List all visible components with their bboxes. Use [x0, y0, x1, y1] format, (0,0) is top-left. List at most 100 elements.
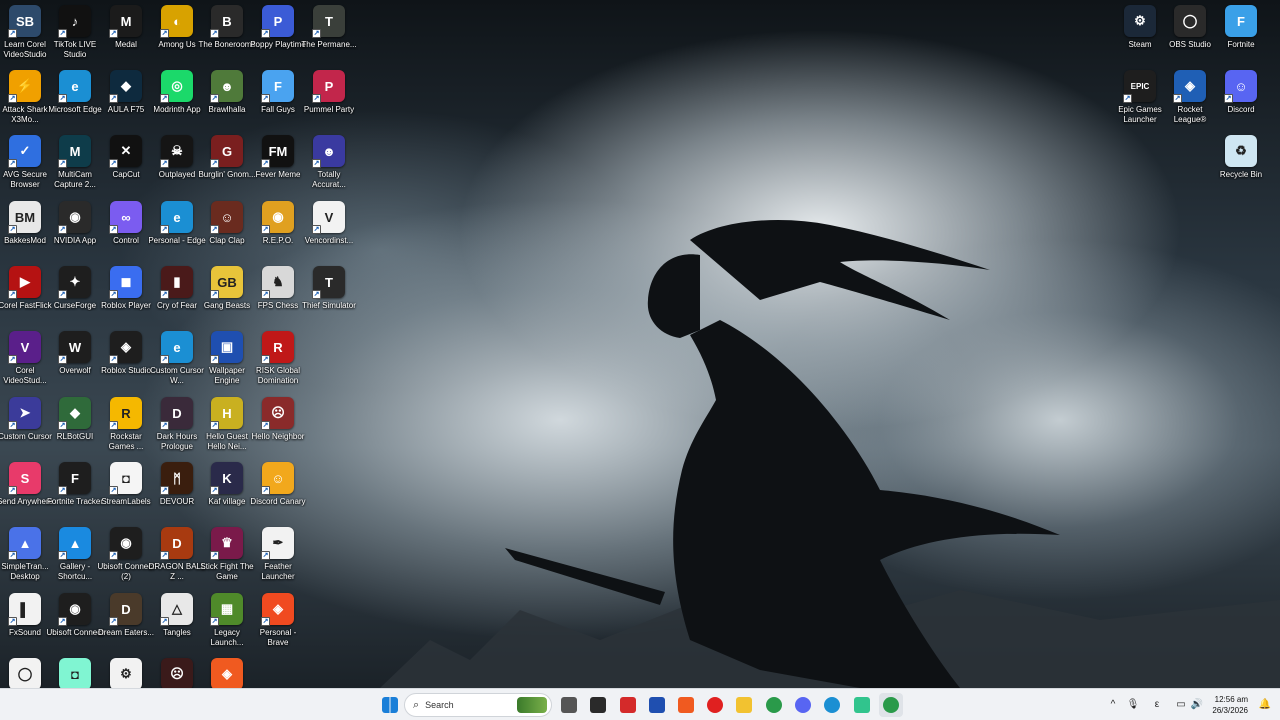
- taskbar-search-box[interactable]: ⌕ Search: [404, 693, 552, 717]
- desktop-shortcut[interactable]: ✒ ↗ Feather Launcher: [252, 527, 304, 591]
- desktop-shortcut[interactable]: S ↗ Send Anywhere: [0, 462, 53, 526]
- desktop-shortcut[interactable]: ▣ ↗ Wallpaper Engine: [201, 331, 253, 395]
- capcut-icon: ✕ ↗: [109, 135, 142, 168]
- desktop-shortcut[interactable]: M ↗ MultiCam Capture 2...: [49, 135, 101, 199]
- desktop-shortcut[interactable]: FM ↗ Fever Meme: [252, 135, 304, 199]
- taskbar-button[interactable]: [732, 693, 756, 717]
- fxsound-icon: ▌ ↗: [8, 593, 41, 626]
- desktop-shortcut[interactable]: ✦ ↗ CurseForge: [49, 266, 101, 330]
- desktop-shortcut[interactable]: ◼ ↗ Roblox Player: [100, 266, 152, 330]
- desktop-shortcut[interactable]: G ↗ Burglin' Gnom...: [198, 135, 256, 199]
- desktop-shortcut[interactable]: ◎ ↗ Modrinth App: [151, 70, 203, 134]
- desktop-shortcut[interactable]: F ↗ Fall Guys: [252, 70, 304, 134]
- desktop-shortcut[interactable]: F ↗ Fortnite Tracker: [47, 462, 103, 526]
- desktop-shortcut[interactable]: ♪ ↗ TikTok LIVE Studio: [49, 5, 101, 69]
- desktop-shortcut[interactable]: ☻ ↗ Brawlhalla: [201, 70, 253, 134]
- desktop-shortcut[interactable]: e ↗ Personal - Edge: [148, 201, 206, 265]
- modrinth-icon: ◎ ↗: [160, 70, 193, 103]
- taskbar-button[interactable]: [586, 693, 610, 717]
- desktop-shortcut[interactable]: ◈ ↗ Roblox Studio: [100, 331, 152, 395]
- desktop-shortcut[interactable]: ✓ ↗ AVG Secure Browser: [0, 135, 51, 199]
- desktop-shortcut[interactable]: T ↗ Thief Simulator: [302, 266, 356, 330]
- desktop-shortcut[interactable]: R ↗ Rockstar Games ...: [100, 397, 152, 461]
- desktop-shortcut[interactable]: V ↗ Corel VideoStud...: [0, 331, 51, 395]
- desktop-shortcut[interactable]: D ↗ Dream Eaters...: [98, 593, 154, 657]
- desktop-shortcut[interactable]: ◉ ↗ Ubisoft Connect: [47, 593, 103, 657]
- desktop-shortcut[interactable]: W ↗ Overwolf: [49, 331, 101, 395]
- desktop-shortcut[interactable]: D ↗ DRAGON BALL Z ...: [149, 527, 205, 591]
- desktop-shortcut[interactable]: ∞ ↗ Control: [100, 201, 152, 265]
- desktop-shortcut[interactable]: ◉ ↗ R.E.P.O.: [252, 201, 304, 265]
- desktop-shortcut-label: Control: [113, 236, 139, 245]
- desktop-shortcut[interactable]: ✕ ↗ CapCut: [100, 135, 152, 199]
- desktop-shortcut[interactable]: ◈ ↗ Personal - Brave: [252, 593, 304, 657]
- desktop-shortcut[interactable]: ➤ ↗ Custom Cursor: [0, 397, 52, 461]
- desktop-shortcut[interactable]: R ↗ RISK Global Domination: [252, 331, 304, 395]
- desktop-shortcut[interactable]: P ↗ Pummel Party: [303, 70, 355, 134]
- taskbar-button[interactable]: [762, 693, 786, 717]
- obs-studio-icon: ◯: [1174, 5, 1206, 37]
- desktop-shortcut[interactable]: e ↗ Microsoft Edge: [48, 70, 102, 134]
- desktop-shortcut[interactable]: ◆ ↗ AULA F75: [100, 70, 152, 134]
- desktop-shortcut[interactable]: ▌ ↗ FxSound: [0, 593, 51, 657]
- desktop-shortcut[interactable]: F Fortnite: [1215, 5, 1267, 69]
- microphone-icon[interactable]: 🎙: [1126, 698, 1140, 712]
- desktop-shortcut[interactable]: V ↗ Vencordinst...: [303, 201, 355, 265]
- desktop-shortcut[interactable]: ☻ ↗ Totally Accurat...: [303, 135, 355, 199]
- desktop-shortcut[interactable]: K ↗ Kaf village: [201, 462, 253, 526]
- taskbar-button[interactable]: [674, 693, 698, 717]
- language-icon[interactable]: ε: [1150, 698, 1164, 712]
- taskbar-button[interactable]: [791, 693, 815, 717]
- shortcut-arrow-icon: ↗: [109, 617, 118, 626]
- desktop-shortcut[interactable]: ☺ ↗ Clap Clap: [201, 201, 253, 265]
- desktop-shortcut[interactable]: ☺ ↗ Discord: [1215, 70, 1267, 134]
- desktop-shortcut[interactable]: ☺ ↗ Discord Canary: [250, 462, 306, 526]
- desktop-shortcut[interactable]: ◯ OBS Studio: [1164, 5, 1216, 69]
- desktop-shortcut[interactable]: ◘ ↗ StreamLabels: [100, 462, 152, 526]
- notification-bell-icon[interactable]: 🔔: [1258, 698, 1272, 712]
- desktop-shortcut[interactable]: ♞ ↗ FPS Chess: [252, 266, 304, 330]
- taskbar-button[interactable]: [616, 693, 640, 717]
- desktop-shortcut[interactable]: H ↗ Hello Guest Hello Nei...: [201, 397, 253, 461]
- desktop-shortcut[interactable]: ▲ ↗ SimpleTran... Desktop: [0, 527, 51, 591]
- desktop-shortcut[interactable]: ♻ Recycle Bin: [1215, 135, 1267, 199]
- desktop-shortcut[interactable]: ◐ ↗ Among Us: [151, 5, 203, 69]
- desktop-shortcut[interactable]: ▲ ↗ Gallery - Shortcu...: [49, 527, 101, 591]
- taskbar-button[interactable]: [820, 693, 844, 717]
- desktop-shortcut[interactable]: ◈ ↗ Rocket League®: [1164, 70, 1216, 134]
- taskbar-button[interactable]: [879, 693, 903, 717]
- taskbar-button[interactable]: [850, 693, 874, 717]
- taskbar-button[interactable]: [378, 693, 402, 717]
- system-clock[interactable]: 12:56 am 26/3/2026: [1204, 694, 1248, 716]
- taskbar-button[interactable]: [703, 693, 727, 717]
- desktop-shortcut[interactable]: D ↗ Dark Hours Prologue: [151, 397, 203, 461]
- show-hidden-icons-chevron-icon[interactable]: ^: [1106, 698, 1120, 712]
- desktop-shortcut[interactable]: T ↗ The Permane...: [301, 5, 357, 69]
- desktop-shortcut[interactable]: SB ↗ Learn Corel VideoStudio: [0, 5, 51, 69]
- chatgpt-icon: ⚙: [110, 658, 142, 690]
- desktop-shortcut[interactable]: ⚙ Steam: [1114, 5, 1166, 69]
- desktop-shortcut[interactable]: ⚡ ↗ Attack Shark X3Mo...: [0, 70, 51, 134]
- desktop-shortcut[interactable]: BM ↗ BakkesMod: [0, 201, 51, 265]
- volume-icon[interactable]: 🔊: [1190, 698, 1204, 712]
- desktop-shortcut[interactable]: GB ↗ Gang Beasts: [201, 266, 253, 330]
- desktop-shortcut[interactable]: △ ↗ Tangles: [151, 593, 203, 657]
- desktop-shortcut[interactable]: B ↗ The Bonerooms: [199, 5, 255, 69]
- desktop-shortcut[interactable]: ᛗ ↗ DEVOUR: [151, 462, 203, 526]
- desktop-shortcut[interactable]: ♛ ↗ Stick Fight The Game: [200, 527, 254, 591]
- desktop-shortcut[interactable]: EPIC ↗ Epic Games Launcher: [1114, 70, 1166, 134]
- desktop-shortcut[interactable]: ◆ ↗ RLBotGUI: [49, 397, 101, 461]
- desktop-shortcut[interactable]: ◉ ↗ Ubisoft Connect (2): [98, 527, 154, 591]
- taskbar-button[interactable]: [645, 693, 669, 717]
- desktop-shortcut[interactable]: e ↗ Custom Cursor W...: [150, 331, 204, 395]
- desktop-shortcut[interactable]: M ↗ Medal: [100, 5, 152, 69]
- desktop-shortcut[interactable]: ☠ ↗ Outplayed: [151, 135, 203, 199]
- desktop-shortcut[interactable]: ▦ ↗ Legacy Launch...: [201, 593, 253, 657]
- network-icon[interactable]: ▭: [1174, 698, 1188, 712]
- desktop-shortcut[interactable]: ▮ ↗ Cry of Fear: [151, 266, 203, 330]
- desktop-shortcut[interactable]: ▶ ↗ Corel FastFlick: [0, 266, 52, 330]
- desktop-shortcut[interactable]: ☹ ↗ Hello Neighbor: [252, 397, 304, 461]
- desktop-shortcut[interactable]: P ↗ Poppy Playtime: [250, 5, 306, 69]
- taskbar-button[interactable]: [557, 693, 581, 717]
- desktop-shortcut[interactable]: ◉ ↗ NVIDIA App: [49, 201, 101, 265]
